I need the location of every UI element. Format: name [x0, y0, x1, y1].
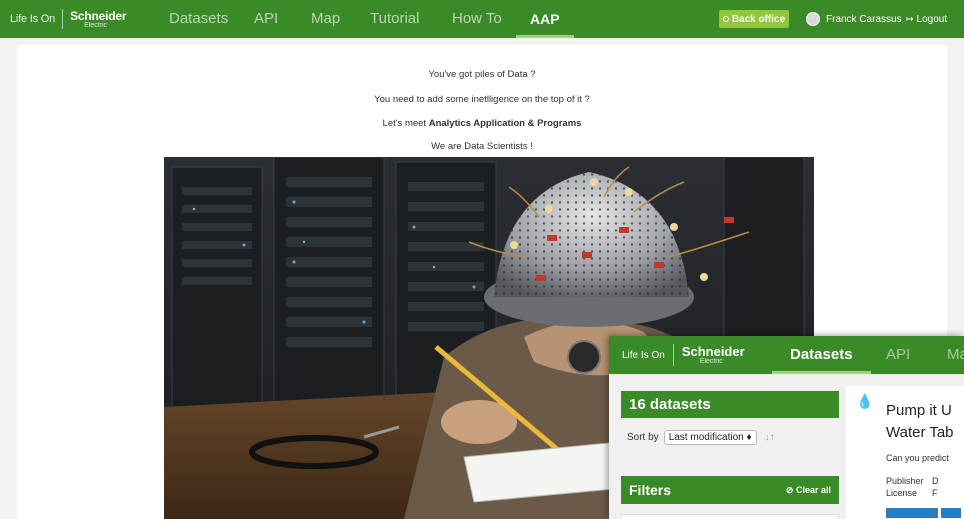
filter-input[interactable] [621, 514, 839, 519]
brand-name: Schneider [70, 8, 127, 23]
nav-item-tutorial[interactable]: Tutorial [370, 0, 419, 38]
clear-icon: ⊘ [785, 484, 794, 495]
nav-item-datasets[interactable]: Datasets [169, 0, 228, 38]
tag-badge[interactable] [941, 508, 961, 518]
inset-brand-logo[interactable]: Life Is On Schneider Electric [622, 336, 745, 374]
nav-item-api[interactable]: API [254, 0, 278, 38]
intro-line-3-prefix: Let's meet [382, 118, 429, 129]
brand-logo[interactable]: Life Is On Schneider Electric [10, 0, 127, 38]
select-arrows-icon: ♦ [746, 432, 752, 443]
nav-item-map[interactable]: Map [311, 0, 340, 38]
dataset-count: 16 datasets [621, 391, 839, 418]
dataset-tags [886, 508, 961, 518]
sort-select-value: Last modification [668, 432, 744, 443]
intro-line-3-bold: Analytics Application & Programs [428, 118, 582, 129]
user-menu[interactable]: Franck Carassus [806, 0, 902, 38]
logout-label: Logout [916, 13, 948, 25]
dataset-title[interactable]: Pump it U Water Tab [886, 400, 954, 444]
logout-link[interactable]: ↦ Logout [906, 0, 947, 38]
back-office-label: Back office [731, 13, 786, 25]
clear-all-label: Clear all [795, 484, 831, 495]
nav-item-how-to[interactable]: How To [452, 0, 502, 38]
filters-header: Filters ⊘ Clear all [621, 476, 839, 504]
intro-line-4: We are Data Scientists ! [431, 141, 533, 152]
inset-brand-wordmark: Schneider Electric [682, 345, 745, 365]
clear-all-button[interactable]: ⊘ Clear all [786, 485, 831, 496]
license-label: License [886, 488, 918, 498]
intro-line-3: Let's meet Analytics Application & Progr… [0, 118, 964, 129]
inset-nav-datasets[interactable]: Datasets [772, 336, 870, 374]
brand-wordmark: Schneider Electric [70, 10, 126, 29]
inset-brand-name: Schneider [681, 344, 745, 359]
brand-sub: Electric [84, 21, 108, 29]
dataset-meta: Publisher D License F [886, 475, 939, 499]
sort-order-icon[interactable]: ↓↑ [765, 432, 775, 443]
filters-title: Filters [629, 482, 672, 498]
circle-icon [722, 16, 729, 22]
sort-select[interactable]: Last modification ♦ [663, 430, 757, 445]
inset-brand-tagline: Life Is On [622, 349, 665, 361]
nav-item-aap[interactable]: AAP [516, 0, 573, 38]
publisher-label: Publisher [886, 476, 924, 486]
brand-tagline: Life Is On [10, 13, 56, 25]
inset-top-nav: Life Is On Schneider Electric Datasets A… [609, 336, 964, 374]
dataset-title-line-1: Pump it U [886, 402, 952, 419]
inset-brand-sub: Electric [699, 358, 723, 365]
inset-brand-divider [672, 344, 674, 366]
inset-nav-api[interactable]: API [886, 336, 910, 374]
dataset-card[interactable]: 💧 Pump it U Water Tab Can you predict Pu… [846, 386, 964, 519]
publisher-value: D [932, 476, 939, 486]
inset-nav-map[interactable]: Ma [947, 336, 964, 374]
logout-icon: ↦ [906, 13, 914, 24]
license-value: F [932, 488, 938, 498]
top-nav-bar: Life Is On Schneider Electric Datasets A… [0, 0, 964, 38]
dataset-title-line-2: Water Tab [886, 424, 954, 441]
tag-badge[interactable] [886, 508, 938, 518]
sort-label: Sort by [627, 432, 659, 443]
brand-divider [62, 9, 64, 29]
avatar [806, 12, 820, 26]
intro-line-1: You've got piles of Data ? [428, 69, 536, 80]
dataset-portal-inset: Life Is On Schneider Electric Datasets A… [609, 336, 964, 519]
sort-control: Sort by Last modification ♦ ↓↑ [627, 430, 775, 445]
intro-line-2: You need to add some inetlligence on the… [374, 94, 590, 105]
user-name: Franck Carassus [826, 13, 902, 25]
license-row: License F [886, 487, 939, 499]
publisher-row: Publisher D [886, 475, 939, 487]
back-office-button[interactable]: Back office [719, 10, 789, 28]
dataset-description: Can you predict [886, 453, 950, 463]
dataset-logo-icon: 💧 [856, 393, 874, 409]
